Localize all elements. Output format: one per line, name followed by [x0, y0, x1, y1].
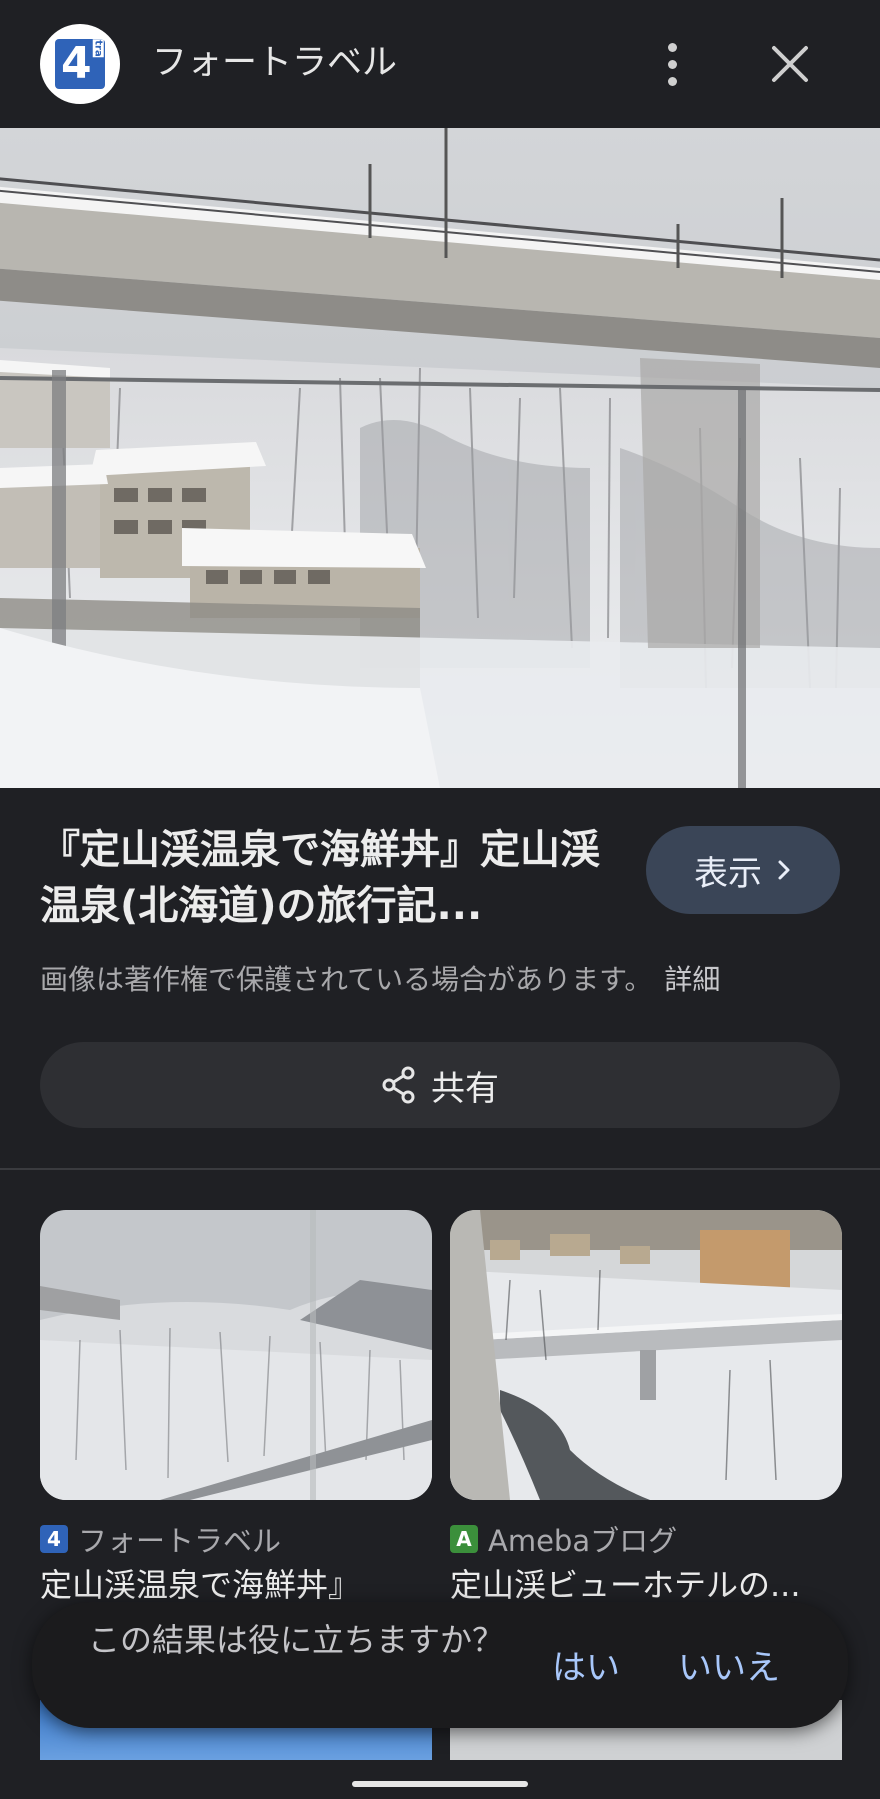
detail-link[interactable]: 詳細 [664, 963, 720, 996]
logo-small-text: tra [92, 39, 104, 58]
site-name: フォートラベル [152, 43, 398, 83]
feedback-question: この結果は役に立ちますか？ [88, 1621, 505, 1659]
related-source: A Amebaブログ [450, 1518, 677, 1560]
fortravel-logo-icon: 4 tra [55, 39, 105, 89]
main-image[interactable] [0, 128, 880, 788]
related-thumbnail[interactable] [450, 1210, 842, 1500]
view-button-label: 表示 [694, 853, 762, 894]
section-divider [0, 1168, 880, 1170]
copyright-notice: 画像は著作権で保護されている場合があります。 詳細 [40, 960, 720, 1000]
copyright-text: 画像は著作権で保護されている場合があります。 [40, 963, 653, 996]
feedback-yes-button[interactable]: はい [552, 1640, 620, 1689]
ameba-favicon-icon: A [450, 1525, 478, 1553]
related-source-name: フォートラベル [78, 1524, 282, 1558]
related-card[interactable]: 4 フォートラベル 定山渓温泉で海鮮丼』 [40, 1210, 432, 1604]
view-button[interactable]: 表示 [646, 826, 840, 914]
related-source: 4 フォートラベル [40, 1518, 281, 1560]
related-thumbnail[interactable] [40, 1210, 432, 1500]
site-logo: 4 tra [40, 24, 120, 104]
home-indicator[interactable] [352, 1781, 528, 1787]
related-card[interactable]: A Amebaブログ 定山渓ビューホテルの... [450, 1210, 842, 1604]
related-title[interactable]: 定山渓温泉で海鮮丼』 [40, 1560, 432, 1606]
feedback-no-button[interactable]: いいえ [678, 1640, 780, 1689]
share-label: 共有 [431, 1068, 499, 1109]
share-button[interactable]: 共有 [40, 1042, 840, 1128]
more-vert-icon[interactable] [650, 34, 694, 94]
related-source-name: Amebaブログ [488, 1524, 678, 1558]
result-title[interactable]: 『定山渓温泉で海鮮丼』定山渓温泉(北海道)の旅行記... [40, 822, 600, 934]
chevron-right-icon [778, 860, 790, 880]
related-title[interactable]: 定山渓ビューホテルの... [450, 1560, 842, 1606]
share-icon [382, 1066, 415, 1104]
feedback-bar: この結果は役に立ちますか？ はい いいえ [32, 1602, 848, 1728]
top-bar: 4 tra フォートラベル [0, 0, 880, 128]
fortravel-favicon-icon: 4 [40, 1525, 68, 1553]
logo-number: 4 [61, 38, 92, 89]
close-icon[interactable] [764, 36, 816, 92]
